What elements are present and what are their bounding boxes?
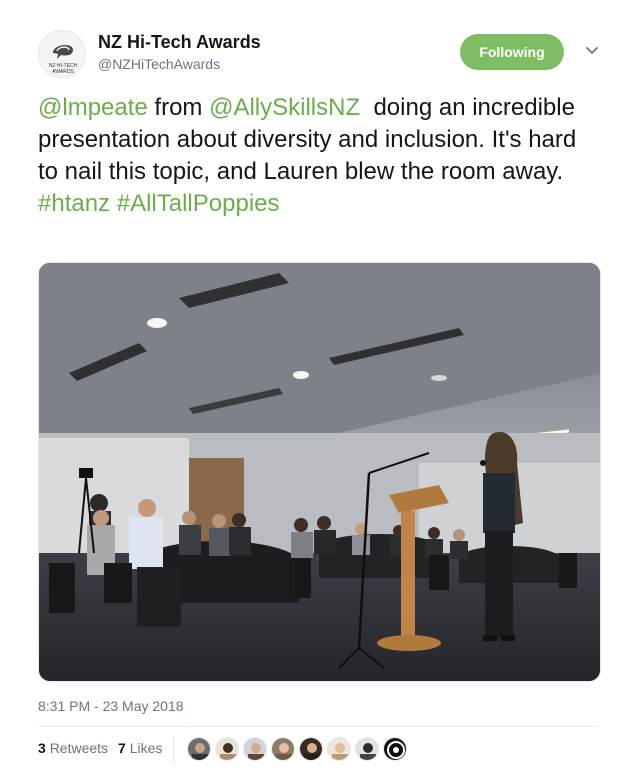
liker-avatar[interactable] [243,737,267,761]
retweets-count: 3 [38,740,46,756]
user-avatar-icon [300,738,322,760]
conference-room-photo [39,263,600,681]
tweet-text: @lmpeate from @AllySkillsNZ doing an inc… [38,92,598,220]
engagement-stats: 3 Retweets 7 Likes [38,740,162,756]
tweet-text-segment [110,190,117,217]
liker-avatar[interactable] [383,737,407,761]
user-avatar-icon [356,738,378,760]
liker-avatar[interactable] [355,737,379,761]
likers-avatars [187,737,407,761]
user-avatar-icon [216,738,238,760]
retweets-stat[interactable]: 3 Retweets [38,740,108,756]
liker-avatar[interactable] [187,737,211,761]
retweets-label: Retweets [49,740,109,756]
account-handle[interactable]: @NZHiTechAwards [98,56,220,72]
avatar-text-2: AWARDS [52,69,74,75]
chevron-down-icon[interactable] [584,42,600,58]
account-avatar[interactable]: NZ HI-TECH AWARDS [38,30,86,78]
liker-avatar[interactable] [271,737,295,761]
user-avatar-icon [272,738,294,760]
user-avatar-icon [328,738,350,760]
divider [38,726,598,727]
tweet-timestamp[interactable]: 8:31 PM - 23 May 2018 [38,698,184,714]
following-button[interactable]: Following [460,34,564,70]
liker-avatar[interactable] [215,737,239,761]
divider [173,736,174,764]
mention-link[interactable]: @lmpeate [38,94,148,121]
liker-avatar[interactable] [327,737,351,761]
tweet-text-segment: from [147,94,210,121]
hashtag-link[interactable]: #AllTallPoppies [117,190,280,217]
liker-avatar[interactable] [299,737,323,761]
user-avatar-icon [188,738,210,760]
user-avatar-icon [384,738,406,760]
display-name[interactable]: NZ Hi-Tech Awards [98,32,261,53]
likes-label: Likes [129,740,163,756]
mention-link[interactable]: @AllySkillsNZ [209,94,360,121]
hashtag-link[interactable]: #htanz [38,190,110,217]
likes-count: 7 [118,740,126,756]
tweet-header: NZ HI-TECH AWARDS NZ Hi-Tech Awards @NZH… [38,28,608,84]
likes-stat[interactable]: 7 Likes [118,740,162,756]
tweet-photo[interactable] [38,262,601,682]
user-avatar-icon [244,738,266,760]
hi-tech-logo-icon: NZ HI-TECH AWARDS [39,31,85,77]
